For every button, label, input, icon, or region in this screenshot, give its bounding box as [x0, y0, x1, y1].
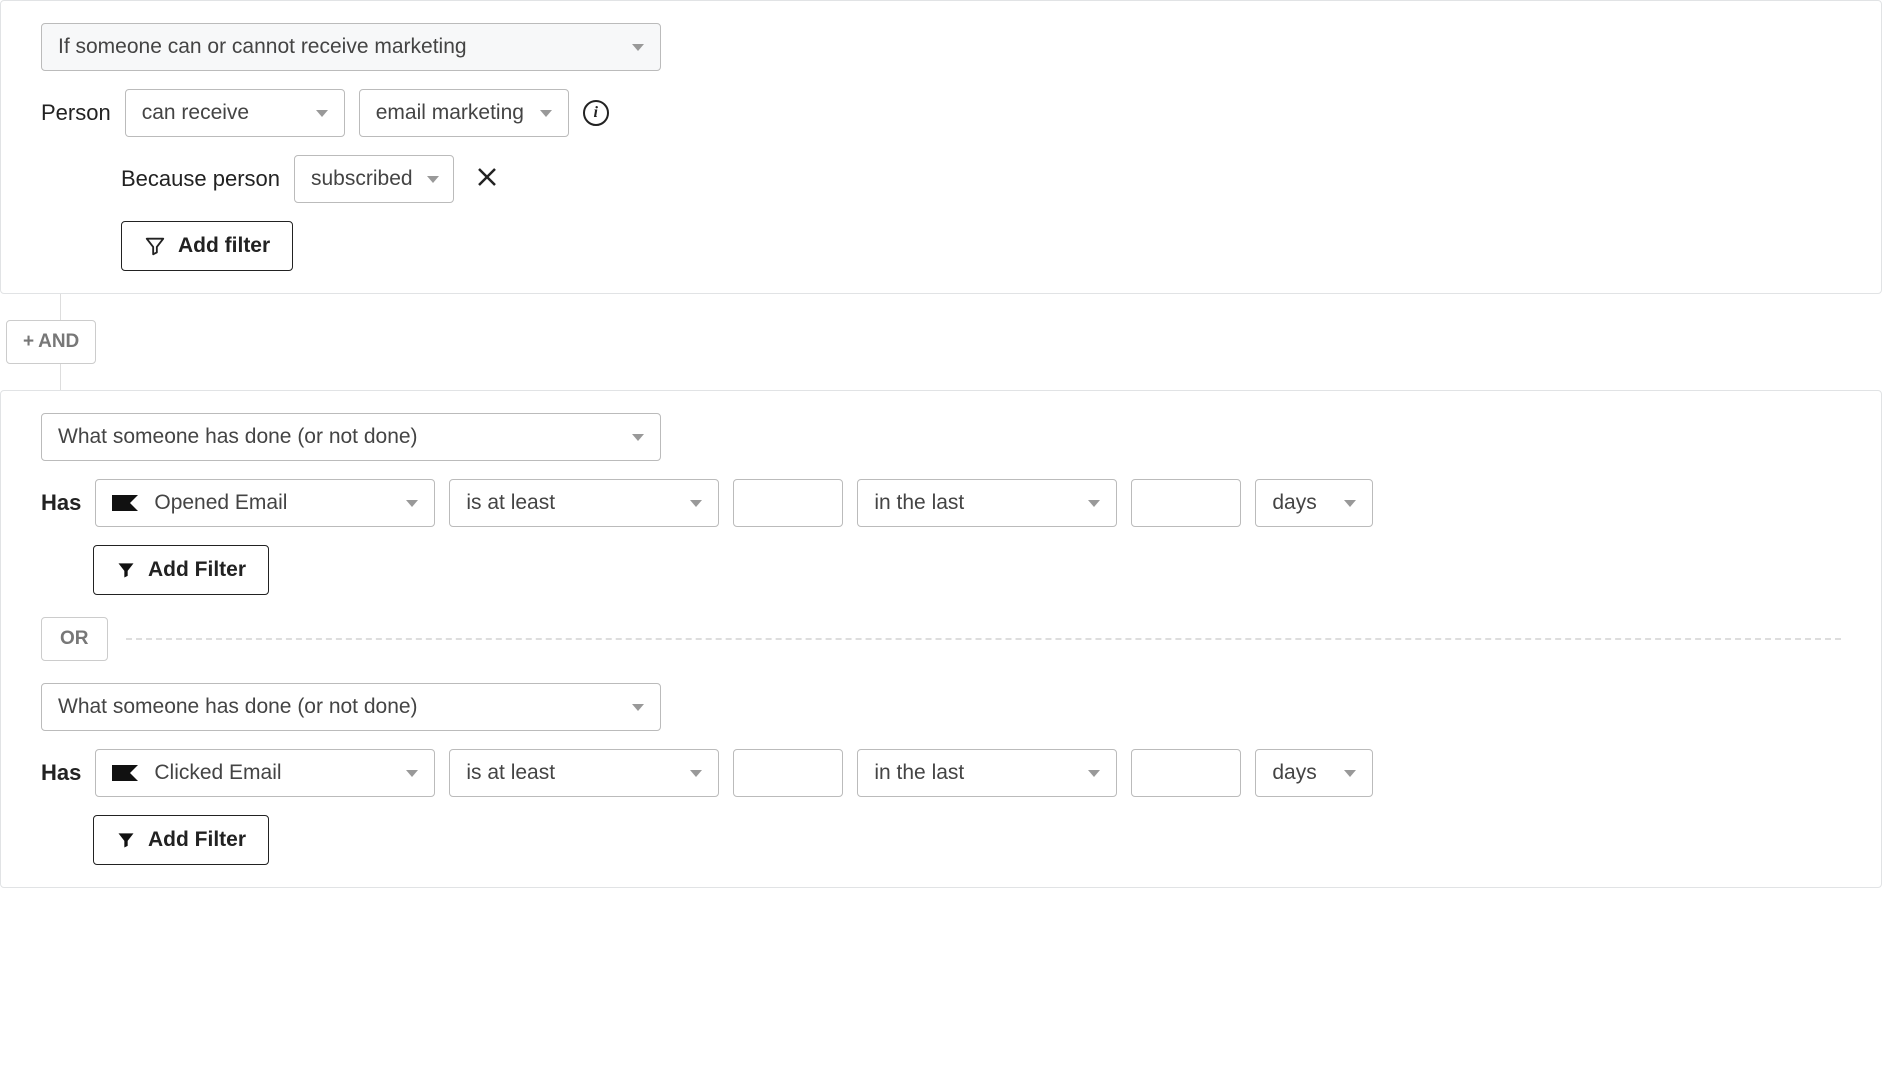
chevron-down-icon — [406, 500, 418, 507]
event-label: Opened Email — [154, 491, 376, 515]
add-and-button[interactable]: + AND — [6, 320, 96, 364]
comparator-label: is at least — [466, 491, 676, 515]
timeframe-label: in the last — [874, 761, 1074, 785]
dashed-line — [126, 638, 1842, 640]
chevron-down-icon — [540, 110, 552, 117]
person-label: Person — [41, 100, 111, 126]
chevron-down-icon — [632, 434, 644, 441]
condition-type-label: What someone has done (or not done) — [58, 425, 618, 449]
unit-label: days — [1272, 491, 1330, 515]
or-divider: OR — [41, 617, 1841, 661]
and-label: AND — [38, 331, 79, 353]
filter-solid-icon — [116, 560, 136, 580]
condition-type-label: What someone has done (or not done) — [58, 695, 618, 719]
chevron-down-icon — [1088, 770, 1100, 777]
event-select-1[interactable]: Opened Email — [95, 479, 435, 527]
condition-type-select-2b[interactable]: What someone has done (or not done) — [41, 683, 661, 731]
reason-label: subscribed — [311, 167, 413, 191]
condition-type-select-2a[interactable]: What someone has done (or not done) — [41, 413, 661, 461]
condition-block-marketing: If someone can or cannot receive marketi… — [0, 0, 1882, 294]
event-label: Clicked Email — [154, 761, 376, 785]
event-select-2[interactable]: Clicked Email — [95, 749, 435, 797]
chevron-down-icon — [690, 500, 702, 507]
add-filter-label: Add filter — [178, 234, 270, 258]
plus-icon: + — [23, 331, 34, 353]
has-label: Has — [41, 490, 81, 516]
condition-block-activity: What someone has done (or not done) Has … — [0, 390, 1882, 888]
comparator-select-2[interactable]: is at least — [449, 749, 719, 797]
channel-select[interactable]: email marketing — [359, 89, 569, 137]
filter-solid-icon — [116, 830, 136, 850]
unit-label: days — [1272, 761, 1330, 785]
flag-icon — [112, 763, 138, 783]
flag-icon — [112, 493, 138, 513]
info-icon[interactable]: i — [583, 100, 609, 126]
can-receive-select[interactable]: can receive — [125, 89, 345, 137]
add-filter-label: Add Filter — [148, 558, 246, 582]
or-badge[interactable]: OR — [41, 617, 108, 661]
unit-select-1[interactable]: days — [1255, 479, 1373, 527]
chevron-down-icon — [632, 44, 644, 51]
channel-label: email marketing — [376, 101, 526, 125]
chevron-down-icon — [1088, 500, 1100, 507]
remove-reason-icon[interactable] — [468, 163, 506, 195]
chevron-down-icon — [316, 110, 328, 117]
count-input-1[interactable] — [733, 479, 843, 527]
condition-type-select[interactable]: If someone can or cannot receive marketi… — [41, 23, 661, 71]
amount-input-2[interactable] — [1131, 749, 1241, 797]
unit-select-2[interactable]: days — [1255, 749, 1373, 797]
condition-type-label: If someone can or cannot receive marketi… — [58, 35, 618, 59]
add-filter-button-1[interactable]: Add Filter — [93, 545, 269, 595]
comparator-label: is at least — [466, 761, 676, 785]
chevron-down-icon — [406, 770, 418, 777]
chevron-down-icon — [1344, 770, 1356, 777]
timeframe-label: in the last — [874, 491, 1074, 515]
count-input-2[interactable] — [733, 749, 843, 797]
chevron-down-icon — [690, 770, 702, 777]
comparator-select-1[interactable]: is at least — [449, 479, 719, 527]
chevron-down-icon — [427, 176, 439, 183]
filter-outline-icon — [144, 235, 166, 257]
reason-select[interactable]: subscribed — [294, 155, 454, 203]
timeframe-select-2[interactable]: in the last — [857, 749, 1117, 797]
timeframe-select-1[interactable]: in the last — [857, 479, 1117, 527]
and-connector: + AND — [0, 294, 1882, 390]
chevron-down-icon — [1344, 500, 1356, 507]
chevron-down-icon — [632, 704, 644, 711]
close-icon — [476, 166, 498, 188]
because-person-label: Because person — [121, 166, 280, 192]
or-label: OR — [60, 628, 89, 649]
amount-input-1[interactable] — [1131, 479, 1241, 527]
add-filter-button-2[interactable]: Add Filter — [93, 815, 269, 865]
add-filter-label: Add Filter — [148, 828, 246, 852]
add-filter-button[interactable]: Add filter — [121, 221, 293, 271]
can-receive-label: can receive — [142, 101, 302, 125]
has-label-2: Has — [41, 760, 81, 786]
